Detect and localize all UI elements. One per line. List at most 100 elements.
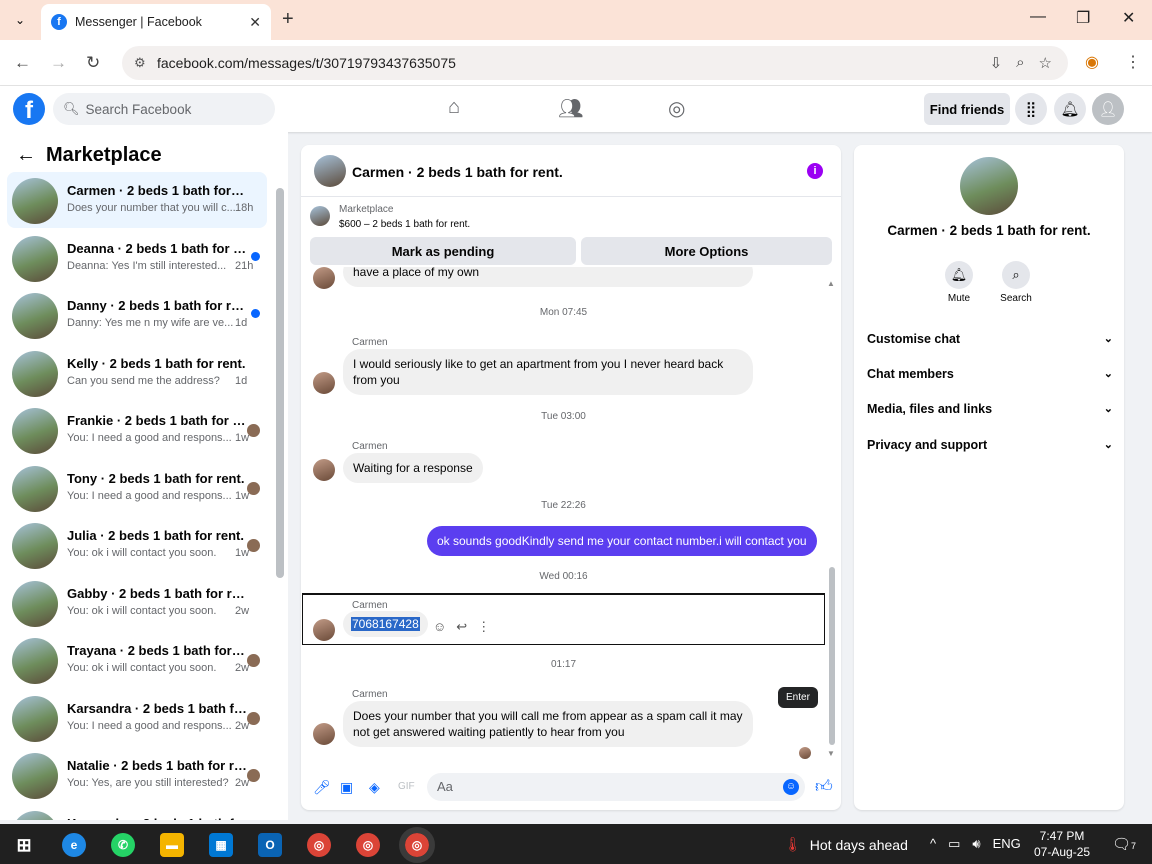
conversation-name: Frankie · 2 beds 1 bath for rent.: [67, 413, 247, 428]
scrollbar[interactable]: [276, 188, 284, 578]
avatar[interactable]: [314, 155, 346, 187]
mark-as-pending-button[interactable]: Mark as pending: [310, 237, 576, 265]
sticker-icon[interactable]: ◈: [369, 779, 380, 796]
profile-icon[interactable]: ◉: [1085, 52, 1099, 72]
edge-icon[interactable]: e: [62, 833, 86, 857]
scrollbar[interactable]: [829, 567, 835, 745]
thumbs-up-icon[interactable]: 👍︎: [815, 776, 833, 797]
section-chat-members[interactable]: Chat members ⌄: [867, 367, 1113, 381]
avatar: [12, 580, 58, 627]
notifications-bell-icon[interactable]: 🔔︎: [1054, 93, 1086, 125]
search-button[interactable]: ⌕ Search: [986, 261, 1046, 304]
message-bubble[interactable]: 7068167428: [343, 611, 428, 637]
forward-icon[interactable]: →: [50, 53, 67, 73]
home-icon[interactable]: ⌂: [448, 96, 460, 119]
message-bubble: Does your number that you will call me f…: [343, 701, 753, 747]
conversation-name: Danny · 2 beds 1 bath for rent.: [67, 298, 247, 313]
whatsapp-icon[interactable]: ✆: [111, 833, 135, 857]
friends-icon[interactable]: 👥︎: [558, 96, 583, 121]
more-actions-icon[interactable]: ⋮: [477, 619, 490, 635]
timestamp: 01:17: [550, 659, 577, 670]
browser-tabbar: ⌄ f Messenger | Facebook ✕ + — ❐ ✕: [0, 0, 1152, 40]
scroll-down-icon[interactable]: ▼: [827, 749, 835, 758]
conversation-item[interactable]: Tony · 2 beds 1 bath for rent. You: I nee…: [7, 460, 267, 516]
avatar[interactable]: [960, 157, 1018, 215]
conversation-item[interactable]: Karsandra · 2 beds 1 bath for rent.: [7, 805, 267, 820]
find-friends-button[interactable]: Find friends: [924, 93, 1010, 125]
restore-icon[interactable]: ❐: [1076, 8, 1090, 28]
conversation-item[interactable]: Julia · 2 beds 1 bath for rent. You: ok i…: [7, 517, 267, 573]
weather-widget[interactable]: 🌡︎ Hot days ahead: [784, 836, 908, 853]
conversation-item[interactable]: Kelly · 2 beds 1 bath for rent. Can you s…: [7, 345, 267, 401]
close-tab-icon[interactable]: ✕: [249, 14, 261, 31]
notification-center-icon[interactable]: 🗨︎7: [1112, 835, 1136, 853]
conversation-item[interactable]: Karsandra · 2 beds 1 bath for ... You: I …: [7, 690, 267, 746]
date-text: 07-Aug-25: [1034, 845, 1091, 859]
reply-icon[interactable]: ↩: [456, 619, 467, 635]
windows-start-icon[interactable]: ⊞: [12, 833, 36, 857]
file-explorer-icon[interactable]: ▬: [160, 833, 184, 857]
photo-icon[interactable]: ▣: [340, 779, 353, 796]
section-media-files-links[interactable]: Media, files and links ⌄: [867, 402, 1113, 416]
facebook-search-input[interactable]: 🔍︎ Search Facebook: [53, 93, 275, 125]
conversation-item[interactable]: Deanna · 2 beds 1 bath for rent. Deanna: …: [7, 230, 267, 286]
menu-grid-icon[interactable]: ⣿: [1015, 93, 1047, 125]
back-icon[interactable]: ←: [14, 53, 31, 73]
chevron-down-icon: ⌄: [1103, 333, 1113, 345]
install-icon[interactable]: ⇩: [990, 54, 1003, 72]
conversation-item[interactable]: Trayana · 2 beds 1 bath for re... You: ok…: [7, 632, 267, 688]
section-privacy-support[interactable]: Privacy and support ⌄: [867, 438, 1113, 452]
bookmark-star-icon[interactable]: ☆: [1039, 54, 1052, 72]
mute-button[interactable]: 🔔︎ Mute: [929, 261, 989, 304]
conversation-item[interactable]: Natalie · 2 beds 1 bath for rent. You: Ye…: [7, 747, 267, 803]
conversation-item[interactable]: Danny · 2 beds 1 bath for rent. Danny: Ye…: [7, 287, 267, 343]
facebook-logo-icon[interactable]: f: [13, 93, 45, 125]
conversation-item[interactable]: Carmen · 2 beds 1 bath for rent. Does you…: [7, 172, 267, 228]
clock[interactable]: 7:47 PM 07-Aug-25: [1034, 828, 1090, 860]
message-actions: ☺ ↩ ⋮: [433, 619, 490, 635]
tab-list-chevron-icon[interactable]: ⌄: [10, 10, 30, 30]
gif-icon[interactable]: GIF: [398, 781, 415, 792]
store-icon[interactable]: ▦: [209, 833, 233, 857]
account-avatar[interactable]: 👤︎: [1092, 93, 1124, 125]
new-tab-icon[interactable]: +: [282, 8, 294, 31]
chrome-icon[interactable]: ◎: [356, 833, 380, 857]
language-indicator[interactable]: ENG: [993, 836, 1021, 852]
message-input[interactable]: Aa: [427, 773, 805, 801]
site-info-icon[interactable]: ⚙: [134, 55, 146, 71]
browser-menu-icon[interactable]: ⋮: [1125, 52, 1141, 72]
network-icon[interactable]: ▭: [948, 836, 960, 852]
close-window-icon[interactable]: ✕: [1122, 8, 1135, 28]
conversation-item[interactable]: Frankie · 2 beds 1 bath for rent. You: I …: [7, 402, 267, 458]
microphone-icon[interactable]: 🎤︎: [313, 779, 331, 796]
browser-tab[interactable]: f Messenger | Facebook ✕: [41, 4, 271, 40]
more-options-button[interactable]: More Options: [581, 237, 832, 265]
groups-icon[interactable]: ◎: [668, 96, 685, 121]
conversation-snippet: You: ok i will contact you soon.: [67, 604, 217, 617]
scroll-up-icon[interactable]: ▲: [827, 279, 835, 288]
avatar: [12, 178, 58, 224]
avatar: [313, 723, 335, 745]
conversation-item[interactable]: Gabby · 2 beds 1 bath for rent. You: ok i…: [7, 575, 267, 631]
volume-icon[interactable]: 🔊︎: [972, 836, 980, 852]
mute-label: Mute: [947, 293, 971, 304]
minimize-icon[interactable]: —: [1030, 8, 1046, 26]
section-customise-chat[interactable]: Customise chat ⌄: [867, 332, 1113, 346]
info-icon[interactable]: i: [807, 163, 823, 179]
reload-icon[interactable]: ↻: [86, 53, 100, 73]
notification-badge: 7: [1131, 841, 1137, 851]
react-emoji-icon[interactable]: ☺: [433, 619, 446, 635]
outlook-icon[interactable]: O: [258, 833, 282, 857]
chrome-icon[interactable]: ◎: [307, 833, 331, 857]
chevron-down-icon: ⌄: [1103, 439, 1113, 451]
avatar: [12, 638, 58, 684]
url-field[interactable]: ⚙ facebook.com/messages/t/30719793437635…: [122, 46, 1068, 80]
chevron-up-icon[interactable]: ^: [930, 836, 936, 852]
panel-header: ← Marketplace: [16, 144, 162, 167]
zoom-icon[interactable]: ⌕: [1016, 54, 1024, 72]
chrome-icon[interactable]: ◎: [399, 827, 435, 863]
emoji-icon[interactable]: ☺: [783, 779, 799, 795]
back-arrow-icon[interactable]: ←: [16, 144, 36, 167]
time-text: 7:47 PM: [1039, 829, 1085, 843]
chat-title[interactable]: Carmen · 2 beds 1 bath for rent.: [352, 164, 563, 180]
